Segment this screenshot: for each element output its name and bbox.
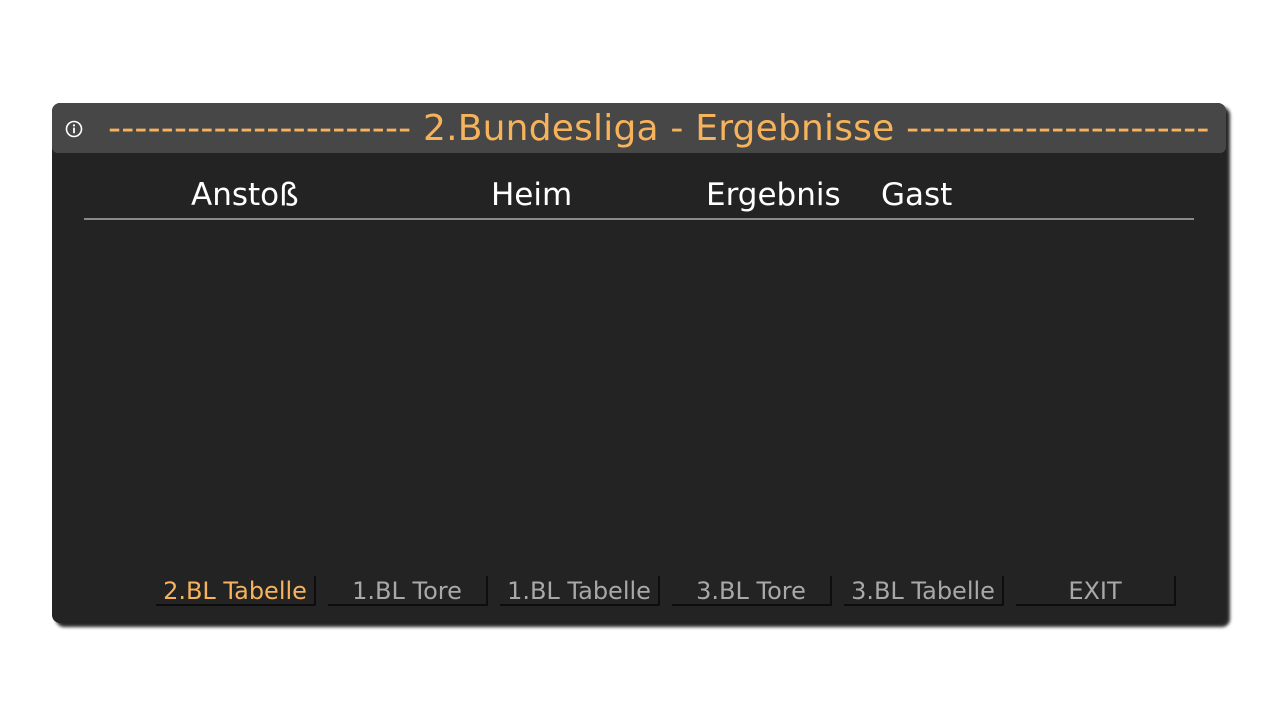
column-header-home: Heim <box>491 177 573 213</box>
results-list[interactable] <box>84 225 1194 565</box>
button-1bl-tore[interactable]: 1.BL Tore <box>328 576 488 606</box>
results-window: ----------------------- 2.Bundesliga - E… <box>52 103 1226 623</box>
column-header-kickoff: Anstoß <box>191 177 299 213</box>
title-bar: ----------------------- 2.Bundesliga - E… <box>52 103 1226 153</box>
table-header-row: Anstoß Heim Ergebnis Gast <box>52 171 1226 215</box>
window-title: ----------------------- 2.Bundesliga - E… <box>108 108 1210 149</box>
button-2bl-tabelle[interactable]: 2.BL Tabelle <box>156 576 316 606</box>
column-header-away: Gast <box>881 177 953 213</box>
button-3bl-tore[interactable]: 3.BL Tore <box>672 576 832 606</box>
header-divider <box>84 218 1194 220</box>
exit-button[interactable]: EXIT <box>1016 576 1176 606</box>
button-3bl-tabelle[interactable]: 3.BL Tabelle <box>844 576 1004 606</box>
column-header-result: Ergebnis <box>706 177 841 213</box>
button-1bl-tabelle[interactable]: 1.BL Tabelle <box>500 576 660 606</box>
info-icon[interactable] <box>65 120 83 138</box>
